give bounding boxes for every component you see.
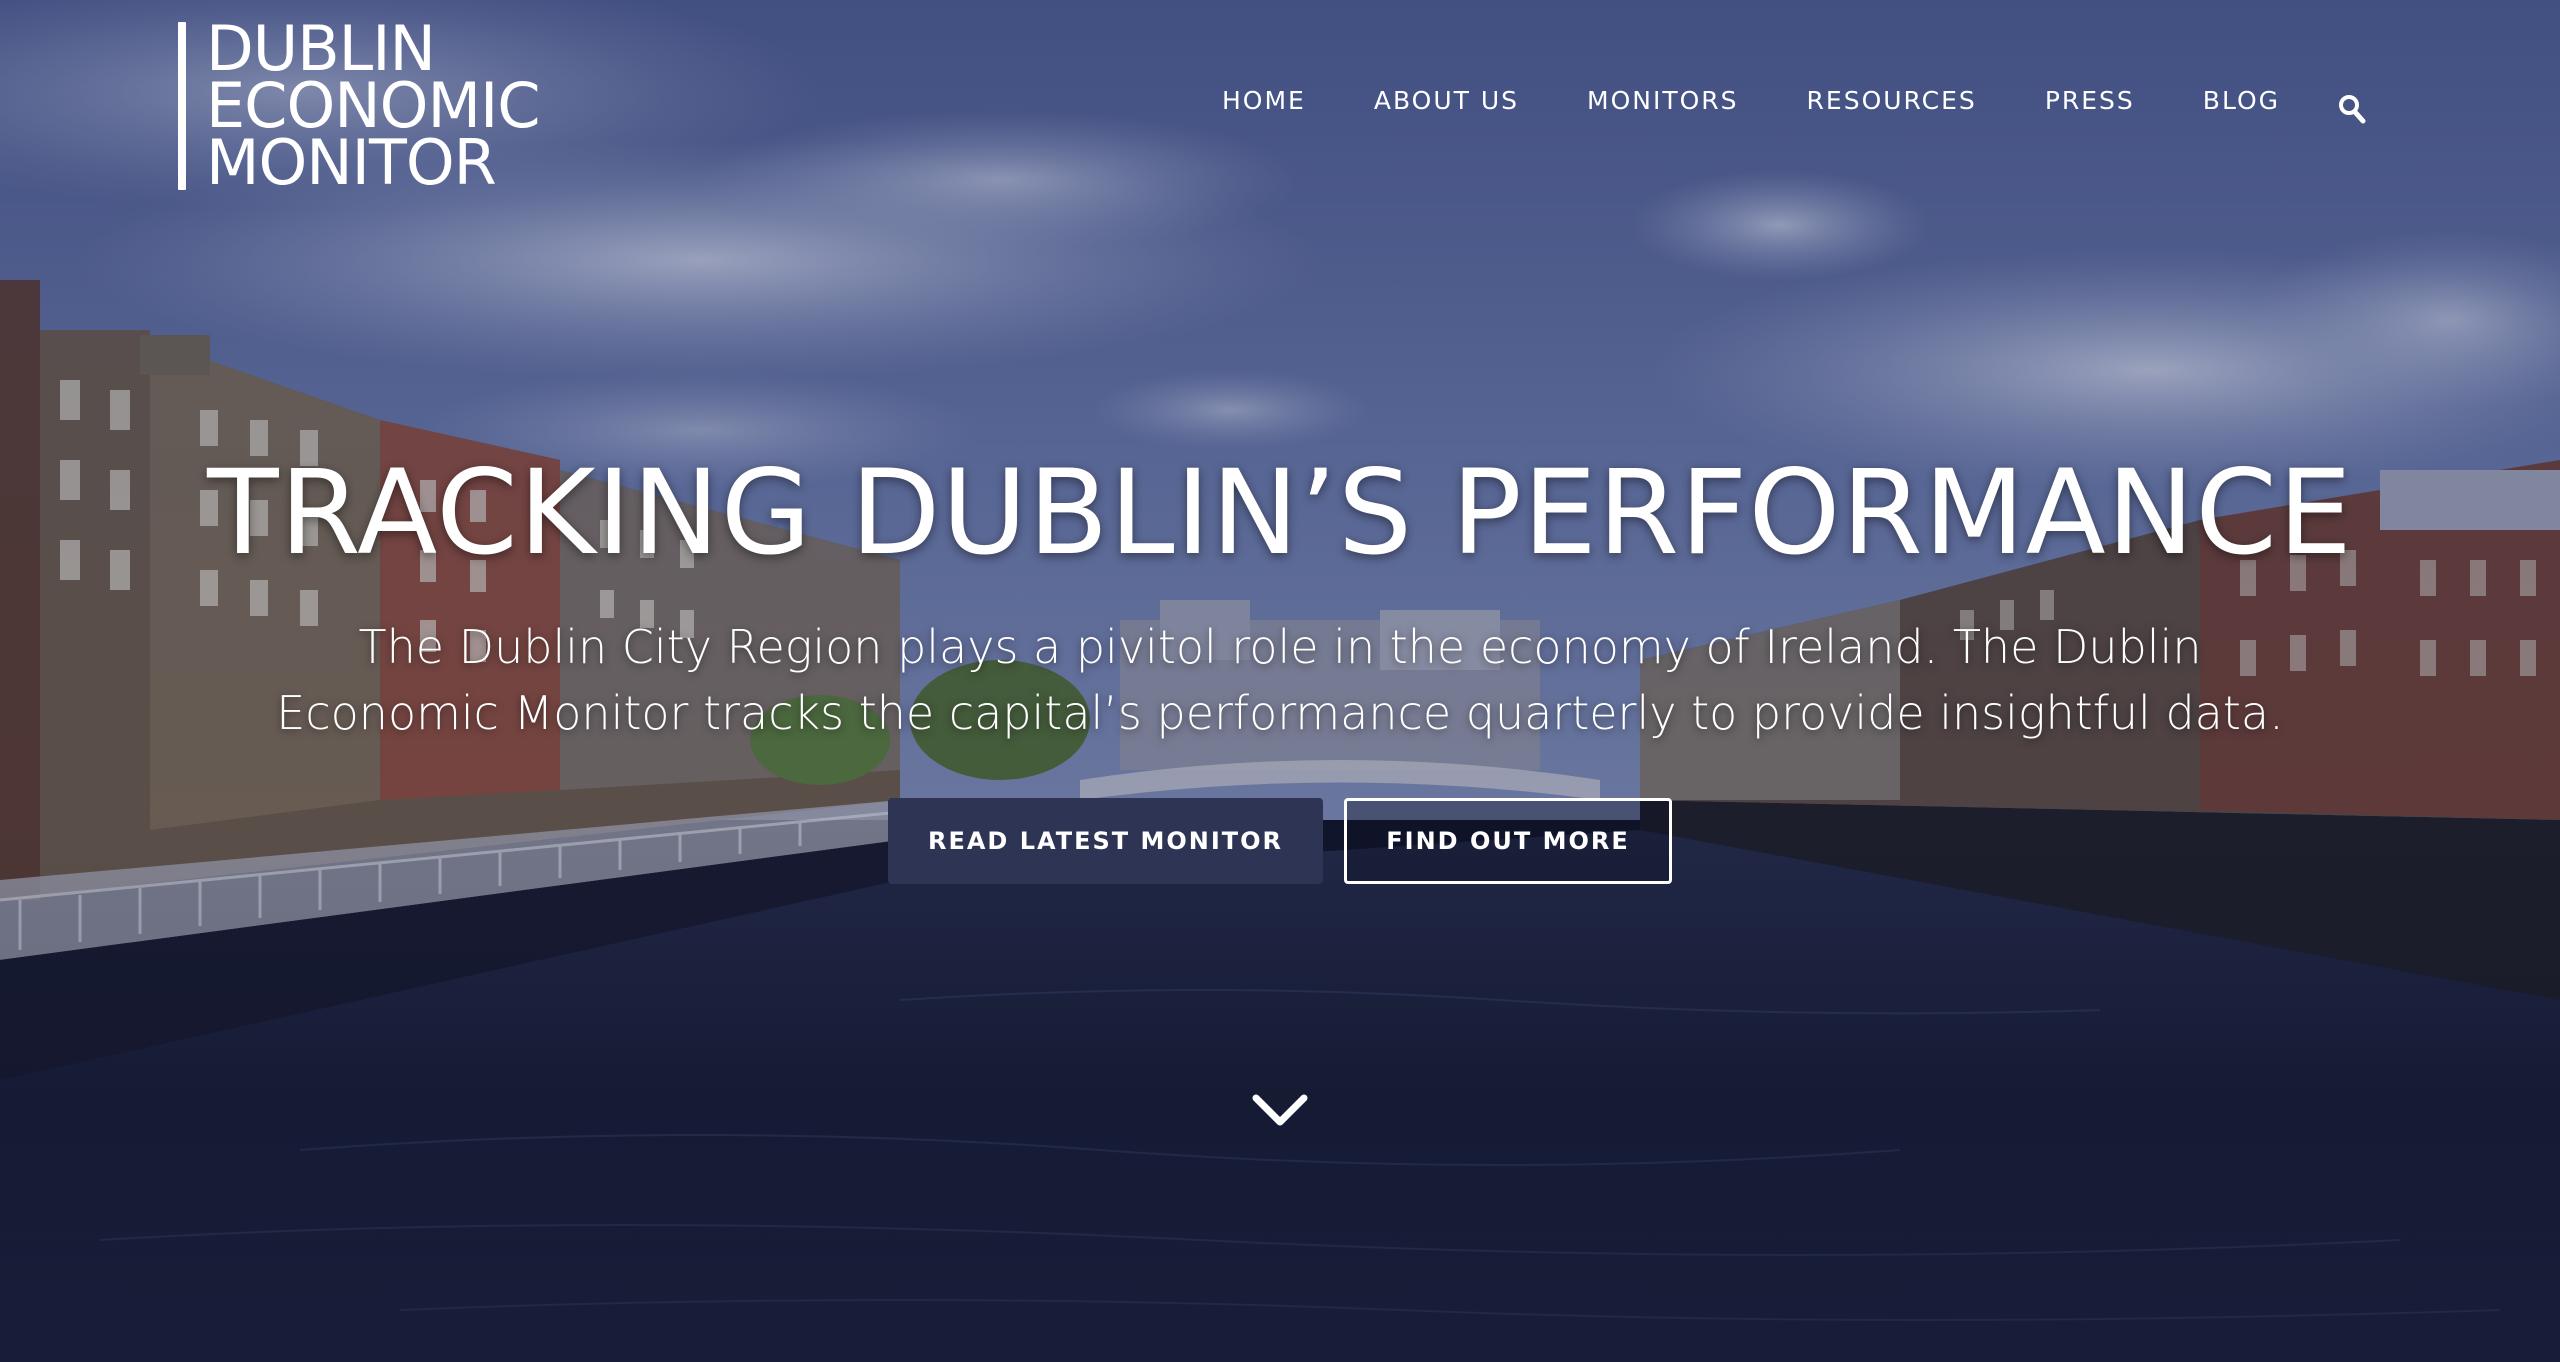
- main-nav: HOME ABOUT US MONITORS RESOURCES PRESS B…: [1222, 80, 2280, 120]
- logo-line-economic: ECONOMIC: [206, 69, 541, 142]
- nav-item-about-us[interactable]: ABOUT US: [1374, 86, 1519, 115]
- search-icon[interactable]: [2338, 94, 2366, 124]
- site-logo[interactable]: DUBLIN ECONOMIC MONITOR: [178, 12, 598, 199]
- nav-item-blog[interactable]: BLOG: [2203, 86, 2280, 115]
- logo-line-dublin: DUBLIN: [206, 12, 436, 85]
- logo-bar-accent: [178, 22, 186, 190]
- hero-subtitle: The Dublin City Region plays a pivitol r…: [276, 620, 2284, 740]
- nav-item-press[interactable]: PRESS: [2045, 86, 2135, 115]
- find-out-more-button[interactable]: FIND OUT MORE: [1344, 798, 1672, 884]
- nav-item-resources[interactable]: RESOURCES: [1807, 86, 1977, 115]
- nav-item-home[interactable]: HOME: [1222, 86, 1306, 115]
- hero-section: DUBLIN ECONOMIC MONITOR HOME ABOUT US MO…: [0, 0, 2560, 1362]
- logo-line-monitor: MONITOR: [206, 126, 497, 199]
- logo-wordmark: DUBLIN ECONOMIC MONITOR: [206, 12, 541, 199]
- chevron-down-icon[interactable]: [1250, 1090, 1310, 1130]
- hero-title: TRACKING DUBLIN’S PERFORMANCE: [207, 444, 2353, 581]
- nav-item-monitors[interactable]: MONITORS: [1587, 86, 1739, 115]
- read-latest-monitor-button[interactable]: READ LATEST MONITOR: [888, 798, 1323, 884]
